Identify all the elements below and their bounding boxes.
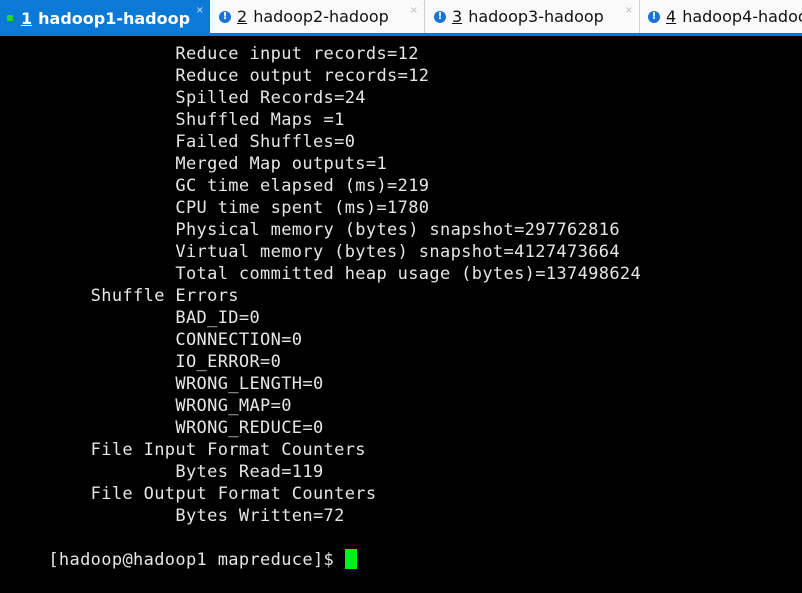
info-icon: ! (434, 10, 446, 23)
terminal-line: File Input Format Counters (6, 440, 366, 460)
connected-status-icon (7, 15, 13, 21)
tab-number: 3 (452, 7, 463, 26)
terminal-line: CONNECTION=0 (6, 330, 303, 350)
terminal-line: Bytes Read=119 (6, 462, 324, 482)
terminal-line: WRONG_REDUCE=0 (6, 418, 324, 438)
terminal-line: Physical memory (bytes) snapshot=2977628… (6, 220, 620, 240)
terminal-line: Shuffle Errors (6, 286, 239, 306)
close-icon[interactable]: × (410, 5, 418, 16)
terminal-line: Merged Map outputs=1 (6, 154, 388, 174)
tab-hadoop1[interactable]: 1 hadoop1-hadoop × (0, 0, 210, 36)
shell-prompt-line[interactable]: [hadoop@hadoop1 mapreduce]$ (6, 527, 357, 593)
terminal-line: WRONG_MAP=0 (6, 396, 292, 416)
terminal-line: Shuffled Maps =1 (6, 110, 345, 130)
info-icon: ! (648, 10, 660, 23)
tab-label: hadoop2-hadoop (253, 7, 389, 26)
tab-number: 4 (666, 7, 677, 26)
terminal-output[interactable]: Reduce input records=12 Reduce output re… (0, 36, 802, 570)
tab-number: 1 (21, 8, 33, 28)
terminal-line: GC time elapsed (ms)=219 (6, 176, 430, 196)
terminal-line: Failed Shuffles=0 (6, 132, 356, 152)
text-cursor (344, 549, 357, 569)
terminal-line: Reduce input records=12 (6, 44, 419, 64)
tab-label: hadoop3-hadoop (468, 7, 604, 26)
terminal-line: Total committed heap usage (bytes)=13749… (6, 264, 642, 284)
terminal-line: Spilled Records=24 (6, 88, 366, 108)
info-icon: ! (219, 10, 231, 23)
close-icon[interactable]: × (196, 5, 204, 16)
terminal-line: Bytes Written=72 (6, 506, 345, 526)
tab-hadoop2[interactable]: ! 2 hadoop2-hadoop × (211, 0, 425, 33)
tab-number: 2 (237, 7, 248, 26)
terminal-line: Reduce output records=12 (6, 66, 430, 86)
tab-bar: 1 hadoop1-hadoop × ! 2 hadoop2-hadoop × … (0, 0, 802, 36)
tab-hadoop3[interactable]: ! 3 hadoop3-hadoop × (426, 0, 640, 33)
tab-label: hadoop1-hadoop (38, 8, 191, 28)
terminal-line: BAD_ID=0 (6, 308, 261, 328)
terminal-line: IO_ERROR=0 (6, 352, 282, 372)
tab-label: hadoop4-hadoop (682, 7, 802, 26)
tab-hadoop4[interactable]: ! 4 hadoop4-hadoop (640, 0, 802, 33)
close-icon[interactable]: × (625, 5, 633, 16)
terminal-line: Virtual memory (bytes) snapshot=41274736… (6, 242, 620, 262)
shell-prompt: [hadoop@hadoop1 mapreduce]$ (48, 550, 345, 570)
terminal-line: CPU time spent (ms)=1780 (6, 198, 430, 218)
terminal-line: File Output Format Counters (6, 484, 377, 504)
terminal-line: WRONG_LENGTH=0 (6, 374, 324, 394)
